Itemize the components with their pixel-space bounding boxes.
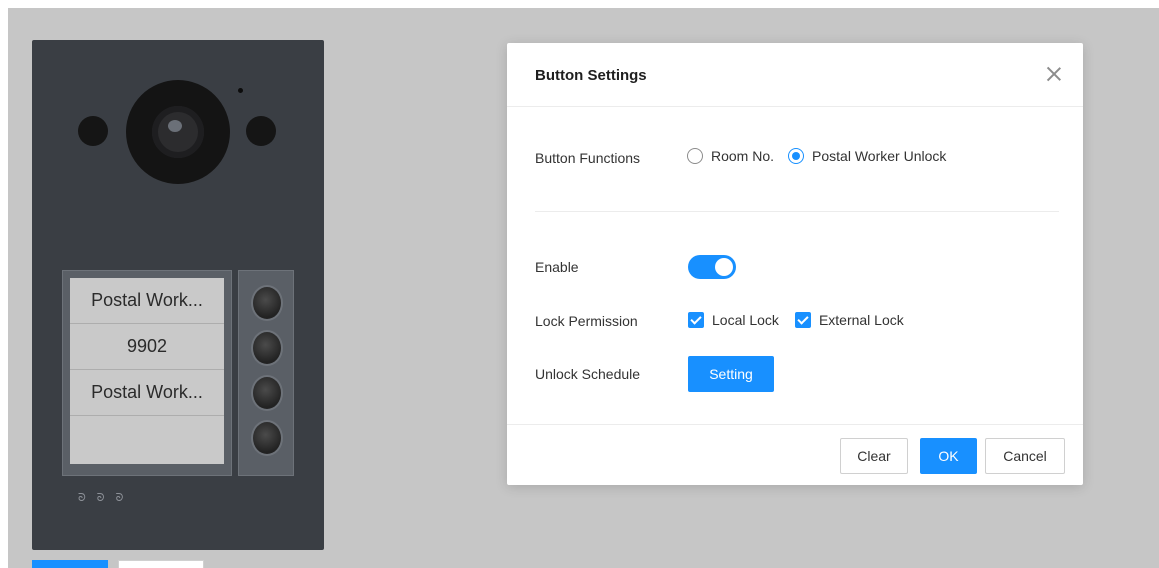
lock-permission-label: Lock Permission: [535, 313, 638, 329]
label-slot-3[interactable]: Postal Work...: [70, 370, 224, 416]
call-button-1[interactable]: [251, 285, 283, 321]
enable-toggle[interactable]: [688, 255, 736, 279]
unlock-schedule-setting-button[interactable]: Setting: [688, 356, 774, 392]
radio-room-no-label: Room No.: [711, 148, 775, 164]
label-slot-4[interactable]: [70, 416, 224, 462]
call-button-frame: [238, 270, 294, 476]
checkbox-local-lock-label: Local Lock: [712, 312, 779, 328]
toggle-knob: [715, 258, 733, 276]
camera-lens: [168, 120, 182, 132]
button-functions-label: Button Functions: [535, 150, 641, 166]
intercom-panel-preview: Postal Work... 9902 Postal Work... ᘐ ᘐ ᘐ: [32, 40, 324, 550]
cancel-button[interactable]: Cancel: [985, 438, 1065, 474]
unlock-schedule-label: Unlock Schedule: [535, 366, 641, 382]
dialog-title: Button Settings: [535, 67, 647, 84]
bottom-secondary-button-partial[interactable]: [118, 560, 204, 568]
radio-postal-worker-unlock-label: Postal Worker Unlock: [812, 148, 947, 164]
label-slot-2[interactable]: 9902: [70, 324, 224, 370]
dialog-header: Button Settings: [507, 43, 1083, 107]
radio-icon[interactable]: [687, 148, 703, 164]
enable-label: Enable: [535, 259, 579, 275]
button-functions-radio-group: Room No. Postal Worker Unlock: [687, 148, 960, 164]
camera-lens-housing: [152, 106, 204, 158]
radio-room-no[interactable]: Room No.: [687, 148, 774, 164]
label-slot-1[interactable]: Postal Work...: [70, 278, 224, 324]
checkbox-external-lock[interactable]: External Lock: [794, 312, 904, 328]
close-icon[interactable]: [1043, 63, 1065, 85]
checkmark-icon[interactable]: [688, 312, 704, 328]
radio-postal-worker-unlock[interactable]: Postal Worker Unlock: [788, 148, 946, 164]
footer-divider: [507, 424, 1083, 425]
status-indicator-icons: ᘐ ᘐ ᘐ: [78, 492, 128, 504]
lock-permission-checkbox-group: Local Lock External Lock: [688, 312, 920, 328]
checkmark-icon[interactable]: [794, 312, 811, 328]
call-button-4[interactable]: [251, 420, 283, 456]
name-label-card: Postal Work... 9902 Postal Work...: [70, 278, 224, 464]
ok-button[interactable]: OK: [920, 438, 977, 474]
microphone-dot: [238, 88, 243, 93]
ir-light-right-icon: [246, 116, 276, 146]
checkbox-local-lock[interactable]: Local Lock: [688, 312, 779, 328]
call-button-2[interactable]: [251, 330, 283, 366]
button-settings-dialog: Button Settings Button Functions Room No…: [507, 43, 1083, 485]
clear-button[interactable]: Clear: [840, 438, 908, 474]
bottom-primary-button-partial[interactable]: [32, 560, 108, 568]
section-divider: [535, 211, 1059, 212]
ir-light-left-icon: [78, 116, 108, 146]
checkbox-external-lock-label: External Lock: [818, 312, 904, 328]
call-button-3[interactable]: [251, 375, 283, 411]
radio-icon[interactable]: [788, 148, 805, 164]
